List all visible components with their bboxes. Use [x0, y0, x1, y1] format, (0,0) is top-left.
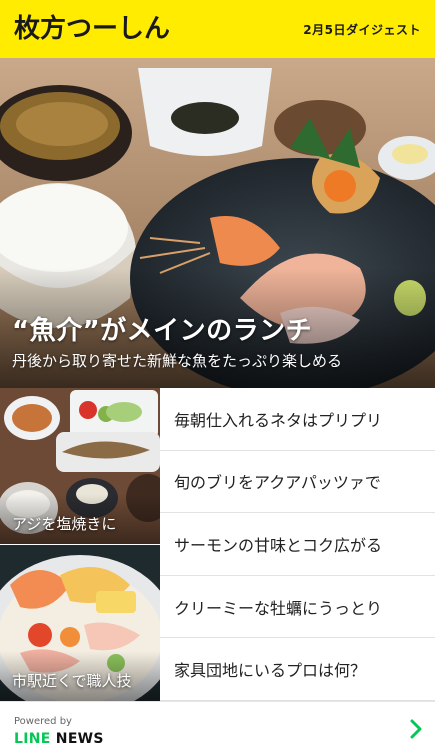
line-news-footer[interactable]: Powered by LINE NEWS — [0, 701, 435, 756]
headline-item-5[interactable]: 家具団地にいるプロは何？ — [160, 638, 435, 701]
hero-subtitle: 丹後から取り寄せた新鮮な魚をたっぷり楽しめる — [12, 352, 343, 370]
thumbnail-article-2[interactable]: 市駅近くで職人技 — [0, 545, 160, 701]
digest-date-label: 2月5日ダイジェスト — [303, 22, 421, 37]
hero-article[interactable]: “魚介”がメインのランチ 丹後から取り寄せた新鮮な魚をたっぷり楽しめる — [0, 58, 435, 388]
thumbnail-label-1: アジを塩焼きに — [12, 515, 117, 533]
headline-item-2[interactable]: 旬のブリをアクアパッツァで — [160, 451, 435, 514]
hero-title: “魚介”がメインのランチ — [12, 316, 313, 346]
thumbnail-article-1[interactable]: アジを塩焼きに — [0, 388, 160, 544]
headline-item-1[interactable]: 毎朝仕入れるネタはプリプリ — [160, 388, 435, 451]
headline-item-4[interactable]: クリーミーな牡蠣にうっとり — [160, 576, 435, 639]
thumbnail-label-2: 市駅近くで職人技 — [12, 672, 132, 690]
powered-by-label: Powered by — [14, 716, 72, 727]
line-news-logo-line: LINE — [14, 731, 51, 747]
headline-item-3[interactable]: サーモンの甘味とコク広がる — [160, 513, 435, 576]
header-bar: 枚方つーしん 2月5日ダイジェスト — [0, 0, 435, 58]
line-news-logo: LINE NEWS — [14, 731, 104, 747]
site-logo[interactable]: 枚方つーしん — [14, 0, 170, 58]
headline-list: 毎朝仕入れるネタはプリプリ 旬のブリをアクアパッツァで サーモンの甘味とコク広が… — [160, 388, 435, 701]
chevron-right-icon[interactable] — [409, 719, 423, 739]
line-news-logo-news: NEWS — [50, 731, 104, 747]
